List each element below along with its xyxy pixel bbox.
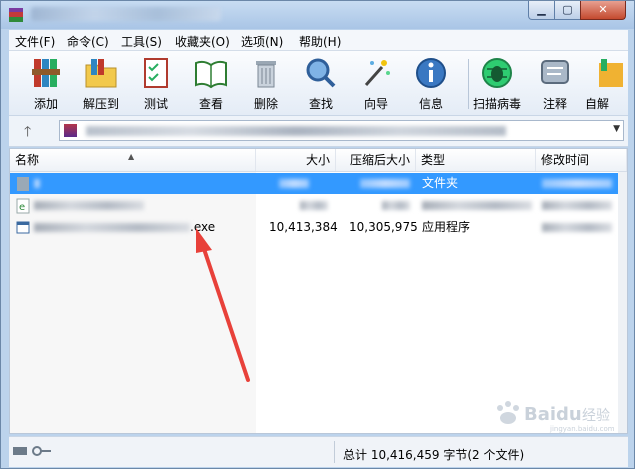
watermark-brand: Baidu (524, 404, 582, 425)
watermark-sub: jingyan.baidu.com (549, 425, 615, 433)
baidu-watermark: Baidu 经验 jingyan.baidu.com (490, 398, 630, 434)
watermark-label: 经验 (582, 408, 610, 424)
